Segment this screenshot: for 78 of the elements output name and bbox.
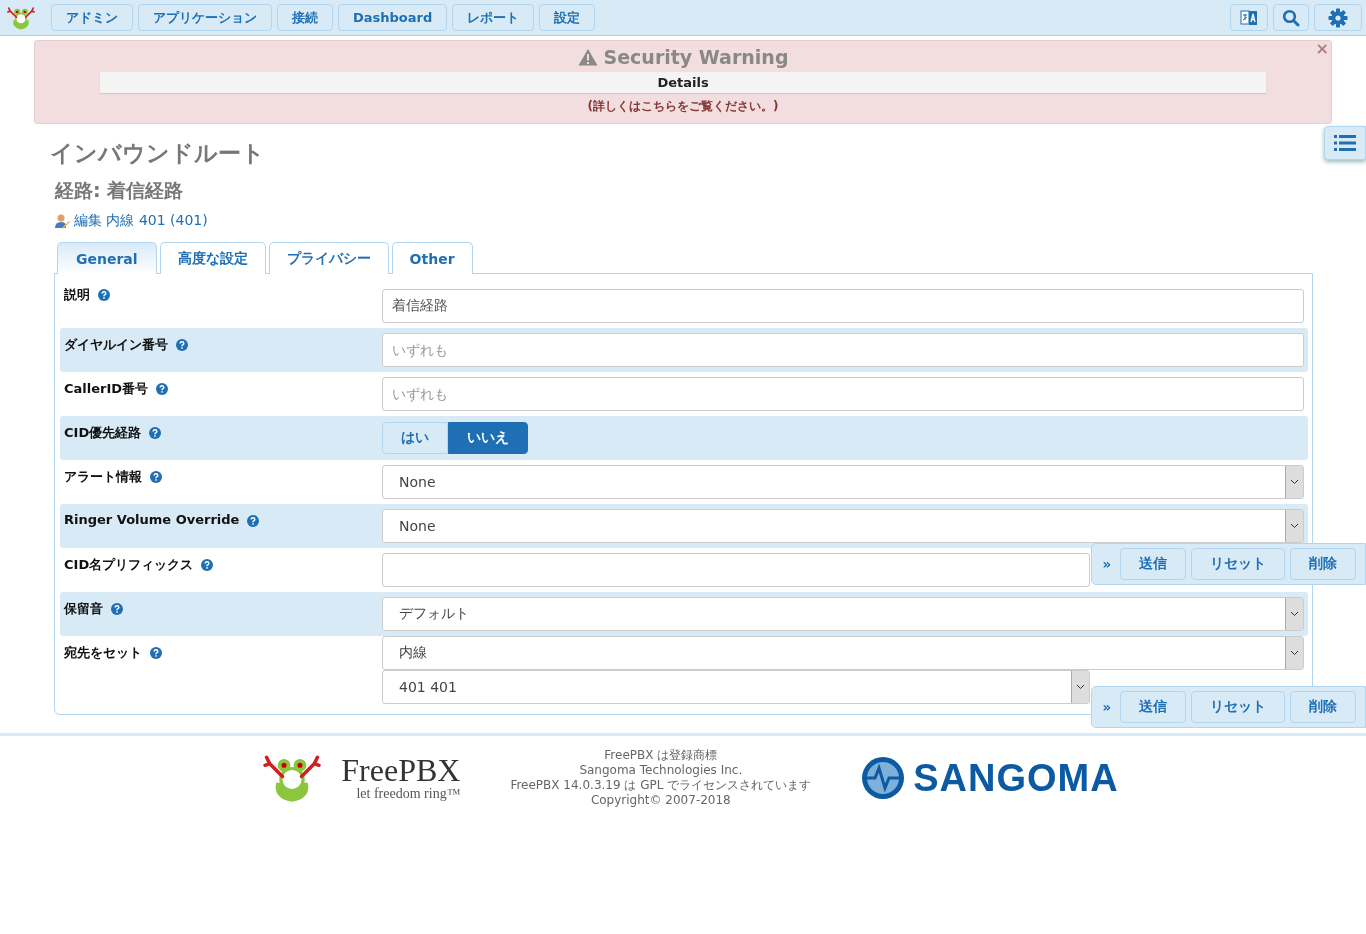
help-icon [176,339,188,351]
nav-menu-button[interactable]: 接続 [277,4,333,31]
dropdown-field[interactable]: 内線 [382,636,1304,670]
search-button[interactable] [1273,4,1309,31]
search-icon [1282,8,1300,27]
field-label: ダイヤルイン番号 [64,336,168,354]
dropdown-field[interactable]: None [382,509,1304,543]
field-label: 保留音 [64,600,103,618]
action-button[interactable]: 削除 [1290,548,1356,580]
page-title: インバウンドルート [50,139,266,168]
tab[interactable]: General [57,242,157,274]
freepbx-tagline: let freedom ring™ [356,786,461,802]
nav-menu-button[interactable]: レポート [452,4,535,31]
details-button[interactable]: Details [100,72,1266,93]
action-button[interactable]: リセット [1191,691,1285,723]
dropdown-field[interactable]: デフォルト [382,597,1304,631]
warning-icon [577,48,598,66]
nav-menu-button[interactable]: アドミン [51,4,133,31]
chevron-down-icon [1290,650,1299,656]
language-button[interactable] [1230,4,1268,31]
field-label: 宛先をセット [64,644,142,662]
sangoma-logo-text: SANGOMA [913,756,1119,800]
expand-button[interactable]: » [1098,699,1115,715]
help-icon [98,289,110,301]
user-edit-icon [54,213,70,229]
field-label: 説明 [64,286,90,304]
nav-menu-button[interactable]: アプリケーション [138,4,272,31]
edit-extension-link[interactable]: 編集 内線 401 (401) [74,212,208,230]
field-label: CID名プリフィックス [64,556,194,574]
tab[interactable]: Other [391,242,473,274]
legal-text: FreePBX は登録商標 [604,748,718,763]
help-icon [111,603,123,615]
dropdown-field[interactable]: None [382,465,1304,499]
freepbx-logo-text: FreePBX [341,754,461,786]
dropdown-field[interactable]: 401 401 [382,670,1090,704]
settings-icon [1328,7,1348,28]
help-icon [201,559,214,571]
list-icon [1334,134,1356,152]
wave-circle-logo-icon [861,756,906,800]
action-button[interactable]: 送信 [1120,548,1186,580]
help-icon [150,471,162,483]
text-field[interactable] [382,553,1090,587]
chevron-down-icon [1290,523,1299,529]
route-subtitle: 経路: 着信経路 [55,178,185,203]
action-button[interactable]: リセット [1191,548,1285,580]
field-label: CallerID番号 [64,380,149,398]
text-field[interactable]: いずれも [382,333,1304,367]
field-label: アラート情報 [64,468,142,486]
text-field[interactable]: 着信経路 [382,289,1304,323]
nav-menu-button[interactable]: 設定 [539,4,596,31]
close-button[interactable]: × [1315,39,1329,58]
chevron-down-icon [1290,479,1299,485]
settings-button[interactable] [1314,4,1362,31]
alert-title-text: Security Warning [603,46,789,68]
nav-menu-button[interactable]: Dashboard [338,4,448,31]
frog-logo-icon [4,4,38,31]
help-icon [149,427,162,439]
alert-message: (詳しくはこちらをご覧ください。) [587,98,779,115]
legal-text: FreePBX 14.0.3.19 は GPL でライセンスされています [510,778,812,793]
tab[interactable]: 高度な設定 [159,242,266,274]
legal-text: Sangoma Technologies Inc. [579,763,743,778]
tab[interactable]: プライバシー [268,242,389,274]
list-toggle-button[interactable] [1324,126,1366,160]
help-icon [156,383,169,395]
field-label: CID優先経路 [64,424,142,442]
toggle-option[interactable]: いいえ [448,422,528,454]
action-button[interactable]: 送信 [1120,691,1186,723]
translate-icon [1239,7,1259,28]
text-field[interactable]: いずれも [382,377,1304,411]
chevron-down-icon [1290,611,1299,617]
legal-text: Copyright© 2007-2018 [590,793,731,808]
action-button[interactable]: 削除 [1290,691,1356,723]
chevron-down-icon [1076,684,1085,690]
expand-button[interactable]: » [1098,556,1115,572]
help-icon [247,515,260,527]
help-icon [150,647,162,659]
toggle-option[interactable]: はい [382,422,448,454]
field-label: Ringer Volume Override [64,512,240,527]
